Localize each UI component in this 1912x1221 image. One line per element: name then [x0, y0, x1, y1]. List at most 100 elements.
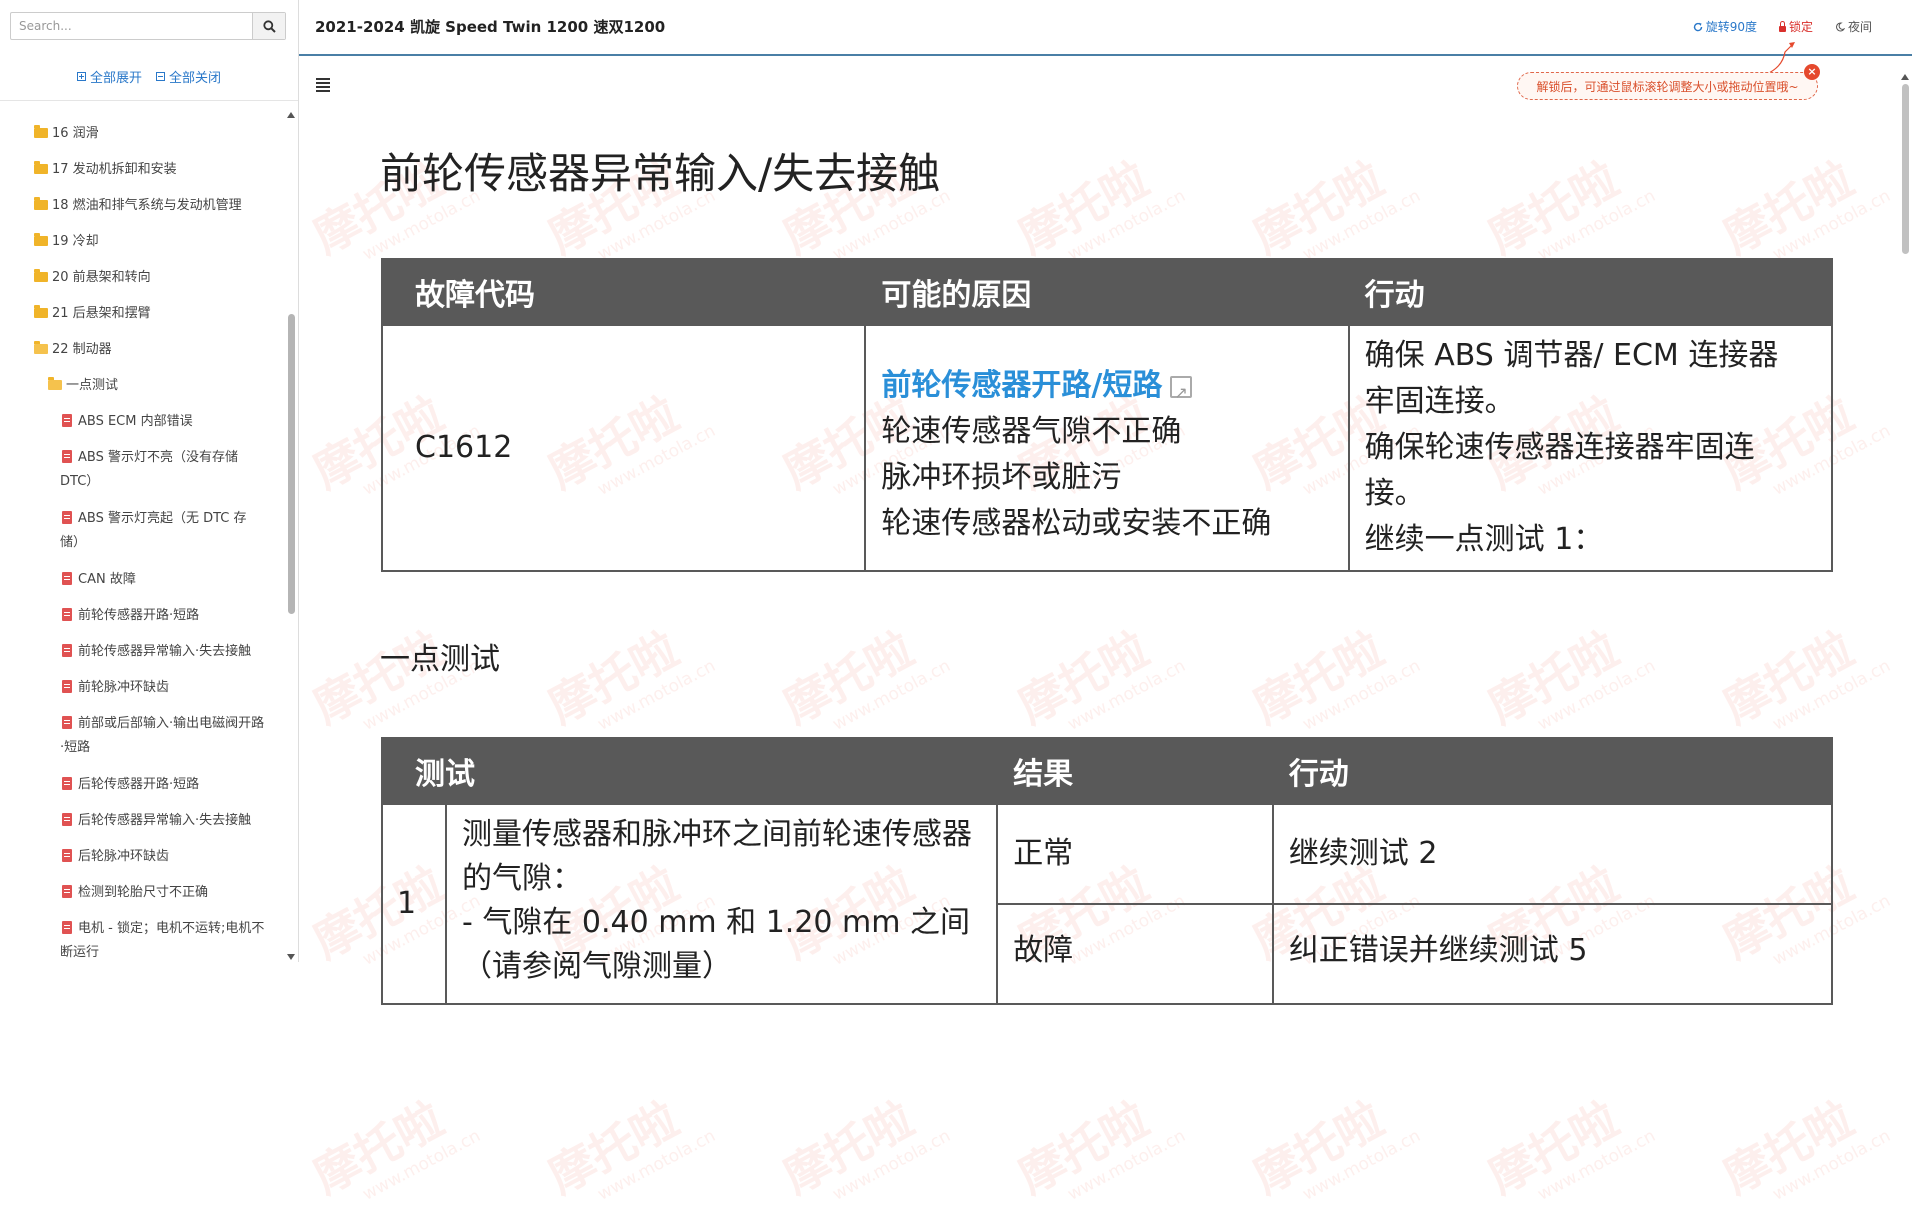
external-link-icon[interactable] — [1170, 370, 1193, 416]
tree-folder-18[interactable]: 18 燃油和排气系统与发动机管理 — [0, 188, 286, 224]
document-icon — [62, 572, 72, 585]
document-icon — [62, 849, 72, 862]
folder-icon — [34, 124, 48, 138]
sidebar-scrollbar[interactable] — [286, 112, 296, 962]
watermark: 摩托啦 www.motola.cn — [774, 1091, 954, 1205]
collapse-all-button[interactable]: 全部关闭 — [156, 67, 221, 86]
expand-all-button[interactable]: 全部展开 — [76, 67, 142, 86]
watermark: 摩托啦 www.motola.cn — [1479, 1091, 1659, 1205]
tree-doc-label: ABS 警示灯不亮（没有存储 — [78, 450, 238, 465]
tree-folder-19[interactable]: 19 冷却 — [0, 224, 286, 260]
document-icon — [62, 644, 72, 657]
watermark: 摩托啦 www.motola.cn — [1244, 621, 1424, 735]
top-bar: 2021-2024 凯旋 Speed Twin 1200 速双1200 旋转90… — [299, 0, 1912, 56]
tree-folder-21[interactable]: 21 后悬架和摆臂 — [0, 296, 286, 332]
tree-doc-item[interactable]: CAN 故障 — [0, 562, 286, 598]
scroll-down-arrow-icon[interactable] — [287, 954, 295, 960]
result-cell: 正常 — [996, 803, 1274, 905]
tree-doc-item-active[interactable]: 前轮传感器异常输入·失去接触 — [0, 634, 286, 670]
scroll-up-arrow-icon[interactable] — [287, 112, 295, 118]
table-header-cell: 故障代码 — [380, 258, 867, 326]
tree-doc-item[interactable]: 前轮传感器开路·短路 — [0, 598, 286, 634]
search-input[interactable] — [11, 13, 255, 39]
action-cell: 确保 ABS 调节器/ ECM 连接器 牢固连接。 确保轮速传感器连接器牢固连 … — [1347, 324, 1834, 572]
document-icon — [62, 511, 72, 524]
tree-doc-item[interactable]: 后轮传感器异常输入·失去接触 — [0, 803, 286, 839]
tree-doc-item[interactable]: 电机 - 锁定；电机不运转;电机不 断运行 — [0, 911, 286, 962]
table-header-cell: 行动 — [1347, 258, 1834, 326]
tree-doc-item[interactable]: 前轮脉冲环缺齿 — [0, 670, 286, 706]
document-icon — [62, 921, 72, 934]
tree-doc-item[interactable]: ABS ECM 内部错误 — [0, 404, 286, 440]
tooltip-close-icon[interactable]: × — [1804, 64, 1820, 80]
watermark: 摩托啦 www.motola.cn — [304, 1091, 484, 1205]
menu-toggle-icon[interactable] — [316, 78, 330, 94]
table-header-cell: 结果 — [996, 737, 1274, 805]
action-line: 确保 ABS 调节器/ ECM 连接器 — [1364, 338, 1779, 373]
scrollbar-thumb[interactable] — [288, 314, 295, 614]
result-cell: 故障 — [996, 903, 1274, 1005]
tree-doc-label: 前部或后部输入·输出电磁阀开路 — [78, 716, 265, 731]
tree-folder-20[interactable]: 20 前悬架和转向 — [0, 260, 286, 296]
plus-square-icon — [76, 71, 86, 81]
top-actions: 旋转90度 锁定 夜间 — [1693, 18, 1872, 35]
scroll-up-arrow-icon[interactable] — [1901, 74, 1909, 80]
search-box — [10, 12, 286, 40]
document-icon — [62, 608, 72, 621]
watermark: 摩托啦 www.motola.cn — [539, 1091, 719, 1205]
night-mode-label: 夜间 — [1847, 20, 1872, 34]
tree-doc-label: 后轮传感器异常输入·失去接触 — [78, 813, 252, 828]
lock-icon — [1778, 20, 1786, 32]
table-row: C1612 前轮传感器开路/短路 轮速传感器气隙不正确 脉冲环损坏或脏污 轮速传… — [380, 324, 1834, 572]
table-header-cell: 测试 — [380, 737, 999, 805]
tree-subfolder-one-point-test[interactable]: 一点测试 — [0, 368, 286, 404]
fault-code-cell: C1612 — [380, 324, 867, 572]
folder-open-icon — [48, 376, 62, 390]
main-scrollbar[interactable] — [1899, 62, 1911, 962]
action-cell: 继续测试 2 — [1271, 803, 1834, 905]
watermark: 摩托啦 www.motola.cn — [1714, 1091, 1894, 1205]
tree-doc-label: ABS 警示灯亮起（无 DTC 存 — [78, 511, 247, 526]
test-number-cell: 1 — [381, 803, 447, 1005]
table-header-row: 测试 结果 行动 — [380, 737, 1834, 805]
rotate-button[interactable]: 旋转90度 — [1693, 18, 1757, 35]
scrollbar-thumb[interactable] — [1902, 84, 1909, 254]
tree-folder-label: 20 前悬架和转向 — [52, 270, 151, 285]
cause-line: 轮速传感器松动或安装不正确 — [881, 506, 1272, 541]
watermark: 摩托啦 www.motola.cn — [774, 621, 954, 735]
moon-icon — [1836, 21, 1845, 31]
folder-icon — [34, 232, 48, 246]
cause-link[interactable]: 前轮传感器开路/短路 — [881, 368, 1162, 403]
tree-doc-label-cont: ·短路 — [60, 740, 91, 755]
tree-doc-label-cont: 断运行 — [60, 945, 100, 960]
lock-button[interactable]: 锁定 — [1778, 18, 1813, 35]
tree-doc-item[interactable]: 后轮传感器开路·短路 — [0, 767, 286, 803]
tree-folder-22[interactable]: 22 制动器 — [0, 332, 286, 368]
tree-doc-item[interactable]: 后轮脉冲环缺齿 — [0, 839, 286, 875]
search-button[interactable] — [252, 13, 285, 39]
table-row: 1 测量传感器和脉冲环之间前轮速传感器 的气隙： - 气隙在 0.40 mm 和… — [381, 803, 1834, 1005]
watermark: 摩托啦 www.motola.cn — [1009, 1091, 1189, 1205]
tree-doc-label: CAN 故障 — [78, 572, 136, 587]
tree-doc-item[interactable]: ABS 警示灯亮起（无 DTC 存储） — [0, 501, 286, 562]
tree-folder-17[interactable]: 17 发动机拆卸和安装 — [0, 152, 286, 188]
tree-doc-label: 前轮传感器异常输入·失去接触 — [78, 644, 252, 659]
tree-folder-16[interactable]: 16 润滑 — [0, 116, 286, 152]
page-title: 前轮传感器异常输入/失去接触 — [380, 149, 941, 198]
action-line: 接。 — [1364, 476, 1425, 511]
test-description-cell: 测量传感器和脉冲环之间前轮速传感器 的气隙： - 气隙在 0.40 mm 和 1… — [444, 803, 999, 1005]
minus-square-icon — [156, 71, 165, 81]
tree-folder-label: 16 润滑 — [52, 126, 99, 141]
tree-doc-item[interactable]: 前部或后部输入·输出电磁阀开路 ·短路 — [0, 706, 286, 767]
fault-cause-table: 故障代码 可能的原因 行动 C1612 前轮传感器开路/短路 轮速传感器气隙不正… — [380, 258, 1834, 572]
watermark: 摩托啦 www.motola.cn — [1479, 621, 1659, 735]
night-mode-button[interactable]: 夜间 — [1835, 18, 1872, 35]
tree-doc-label: 前轮传感器开路·短路 — [78, 608, 200, 623]
lock-label: 锁定 — [1788, 20, 1813, 34]
tree-doc-item[interactable]: ABS 警示灯不亮（没有存储 DTC） — [0, 440, 286, 501]
tree-doc-item[interactable]: 检测到轮胎尺寸不正确 — [0, 875, 286, 911]
document-icon — [62, 777, 72, 790]
section-title: 一点测试 — [380, 642, 500, 677]
tree-doc-label: 检测到轮胎尺寸不正确 — [78, 885, 209, 900]
document-icon — [62, 450, 72, 463]
